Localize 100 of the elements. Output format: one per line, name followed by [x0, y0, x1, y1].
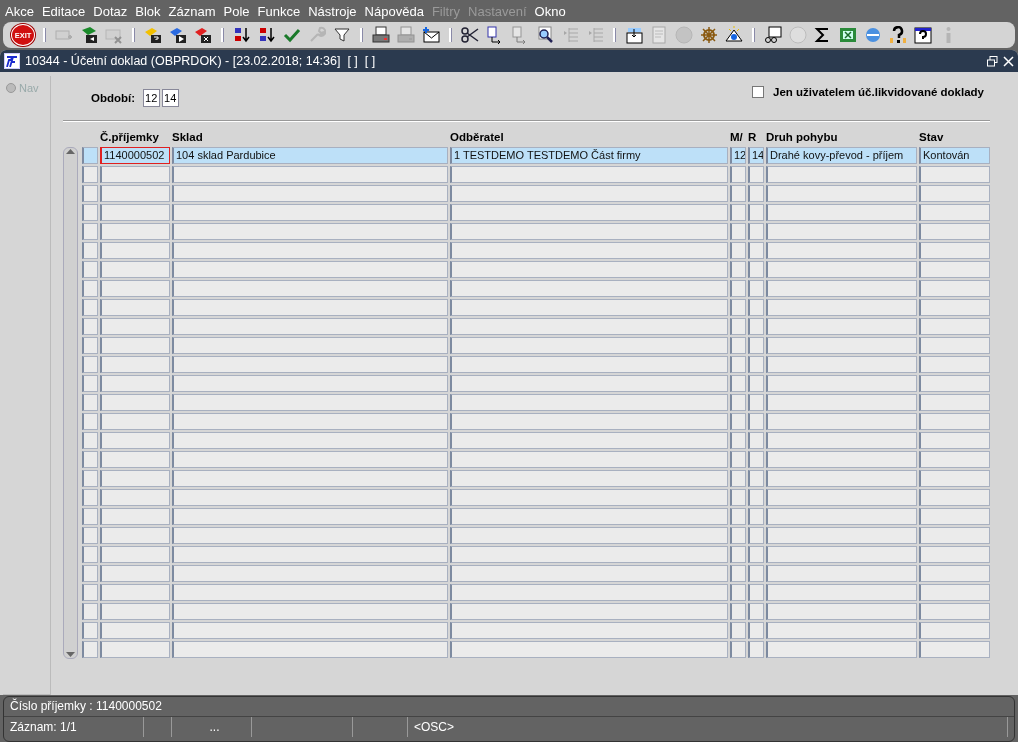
toolbar-button[interactable] — [460, 25, 480, 45]
empty-cell[interactable] — [919, 413, 990, 430]
empty-cell[interactable] — [748, 565, 764, 582]
empty-cell[interactable] — [82, 508, 98, 525]
empty-cell[interactable] — [766, 185, 917, 202]
empty-cell[interactable] — [450, 622, 728, 639]
empty-cell[interactable] — [919, 641, 990, 658]
empty-cell[interactable] — [100, 299, 170, 316]
empty-cell[interactable] — [100, 508, 170, 525]
empty-cell[interactable] — [730, 546, 746, 563]
toolbar-button[interactable] — [838, 25, 858, 45]
empty-cell[interactable] — [82, 299, 98, 316]
empty-cell[interactable] — [450, 261, 728, 278]
empty-cell[interactable] — [450, 508, 728, 525]
empty-cell[interactable] — [748, 470, 764, 487]
empty-cell[interactable] — [730, 318, 746, 335]
empty-cell[interactable] — [450, 185, 728, 202]
empty-cell[interactable] — [450, 318, 728, 335]
empty-cell[interactable] — [748, 299, 764, 316]
empty-cell[interactable] — [766, 432, 917, 449]
empty-cell[interactable] — [450, 641, 728, 658]
empty-cell[interactable] — [450, 584, 728, 601]
empty-cell[interactable] — [450, 432, 728, 449]
empty-cell[interactable] — [748, 261, 764, 278]
empty-cell[interactable] — [766, 394, 917, 411]
empty-cell[interactable] — [450, 223, 728, 240]
empty-cell[interactable] — [748, 641, 764, 658]
empty-cell[interactable] — [172, 432, 448, 449]
empty-cell[interactable] — [100, 489, 170, 506]
empty-cell[interactable] — [172, 356, 448, 373]
empty-cell[interactable] — [82, 489, 98, 506]
empty-cell[interactable] — [730, 508, 746, 525]
empty-cell[interactable] — [172, 622, 448, 639]
empty-cell[interactable] — [766, 280, 917, 297]
toolbar-button[interactable] — [371, 25, 391, 45]
empty-cell[interactable] — [172, 394, 448, 411]
empty-cell[interactable] — [748, 546, 764, 563]
menu-item[interactable]: Nápověda — [364, 3, 424, 19]
empty-cell[interactable] — [919, 622, 990, 639]
empty-cell[interactable] — [450, 527, 728, 544]
empty-cell[interactable] — [766, 337, 917, 354]
empty-cell[interactable] — [450, 489, 728, 506]
empty-cell[interactable] — [82, 261, 98, 278]
empty-cell[interactable] — [82, 242, 98, 259]
empty-cell[interactable] — [82, 527, 98, 544]
empty-cell[interactable] — [172, 470, 448, 487]
table-cell[interactable]: 104 sklad Pardubice — [172, 147, 448, 164]
empty-cell[interactable] — [919, 242, 990, 259]
empty-cell[interactable] — [100, 204, 170, 221]
empty-cell[interactable] — [100, 223, 170, 240]
month-field[interactable]: 12 — [143, 89, 161, 107]
empty-cell[interactable] — [82, 413, 98, 430]
empty-cell[interactable] — [766, 413, 917, 430]
record-indicator[interactable] — [82, 147, 98, 164]
scroll-up-icon[interactable] — [66, 148, 75, 154]
empty-cell[interactable] — [748, 527, 764, 544]
empty-cell[interactable] — [82, 432, 98, 449]
empty-cell[interactable] — [100, 280, 170, 297]
empty-cell[interactable] — [82, 280, 98, 297]
table-cell[interactable]: Drahé kovy-převod - příjem — [766, 147, 917, 164]
empty-cell[interactable] — [172, 603, 448, 620]
empty-cell[interactable] — [766, 223, 917, 240]
menu-item[interactable]: Pole — [223, 3, 250, 19]
empty-cell[interactable] — [450, 242, 728, 259]
table-cell[interactable]: 12 — [730, 147, 746, 164]
empty-cell[interactable] — [82, 318, 98, 335]
empty-cell[interactable] — [100, 546, 170, 563]
empty-cell[interactable] — [172, 508, 448, 525]
empty-cell[interactable] — [172, 546, 448, 563]
toolbar-button[interactable] — [888, 25, 908, 45]
empty-cell[interactable] — [748, 394, 764, 411]
empty-cell[interactable] — [82, 622, 98, 639]
empty-cell[interactable] — [730, 451, 746, 468]
empty-cell[interactable] — [919, 603, 990, 620]
toolbar-button[interactable] — [232, 25, 252, 45]
empty-cell[interactable] — [450, 413, 728, 430]
empty-cell[interactable] — [766, 451, 917, 468]
toolbar-button[interactable] — [193, 25, 213, 45]
toolbar-button[interactable] — [257, 25, 277, 45]
empty-cell[interactable] — [766, 375, 917, 392]
empty-cell[interactable] — [100, 242, 170, 259]
empty-cell[interactable] — [766, 546, 917, 563]
empty-cell[interactable] — [919, 318, 990, 335]
empty-cell[interactable] — [730, 622, 746, 639]
empty-cell[interactable] — [766, 584, 917, 601]
empty-cell[interactable] — [450, 204, 728, 221]
empty-cell[interactable] — [450, 603, 728, 620]
empty-cell[interactable] — [100, 641, 170, 658]
empty-cell[interactable] — [919, 470, 990, 487]
empty-cell[interactable] — [730, 432, 746, 449]
table-cell[interactable]: 1 TESTDEMO TESTDEMO Část firmy — [450, 147, 728, 164]
empty-cell[interactable] — [82, 185, 98, 202]
empty-cell[interactable] — [100, 603, 170, 620]
empty-cell[interactable] — [450, 166, 728, 183]
empty-cell[interactable] — [172, 337, 448, 354]
empty-cell[interactable] — [919, 565, 990, 582]
empty-cell[interactable] — [919, 584, 990, 601]
empty-cell[interactable] — [748, 375, 764, 392]
empty-cell[interactable] — [748, 356, 764, 373]
empty-cell[interactable] — [919, 489, 990, 506]
